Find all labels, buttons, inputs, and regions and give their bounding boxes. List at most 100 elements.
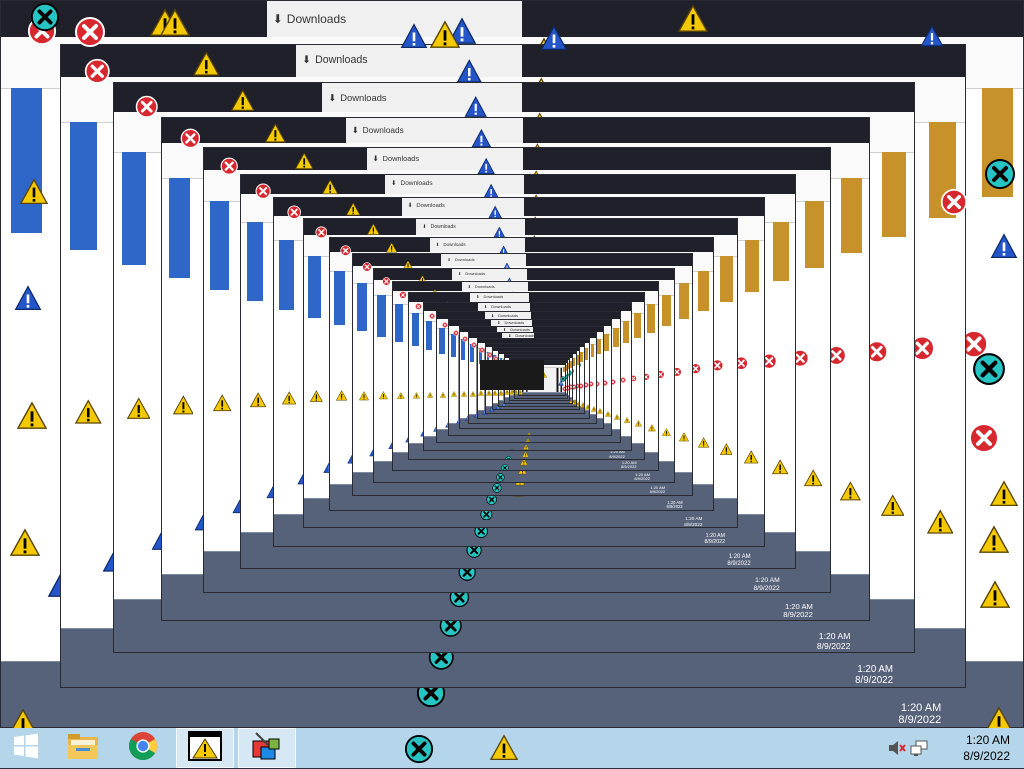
error-icon[interactable] [968,422,1000,459]
warning-icon [927,509,954,541]
warning-icon [265,123,286,149]
download-icon: ⬇ [352,126,359,134]
right-panel-strip [634,313,641,338]
left-panel-strip [308,256,321,318]
error-icon[interactable] [442,315,448,333]
tab-title: Downloads [484,295,504,299]
warning-icon [744,450,758,469]
close-circle-icon[interactable] [505,450,512,461]
warning-icon [540,394,546,396]
browser-tab-downloads[interactable]: ⬇Downloads [416,219,524,234]
nested-clock-date: 8/9/2022 [684,522,702,527]
warning-icon [461,384,467,402]
browser-tab-downloads[interactable]: ⬇Downloads [367,148,524,170]
speaker-muted-icon[interactable] [888,740,906,761]
taskbar-warning-app-button[interactable] [176,728,234,768]
browser-tab-downloads[interactable]: ⬇Downloads [485,312,531,318]
close-circle-icon[interactable] [501,458,509,470]
browser-tab-downloads[interactable]: ⬇Downloads [462,282,528,291]
taskbar-paint-app-button[interactable] [238,728,296,768]
warning-icon [840,481,861,507]
error-icon[interactable] [399,286,407,304]
warning-icon [427,385,433,403]
warning-icon [648,419,656,437]
right-panel-strip [585,348,588,360]
tab-title: Downloads [498,314,518,318]
browser-tab-downloads[interactable]: ⬇ Downloads [470,293,529,301]
error-icon[interactable] [940,188,968,221]
close-circle-icon[interactable] [520,418,526,423]
close-circle-icon[interactable] [525,410,531,414]
close-circle-icon[interactable] [527,407,533,410]
right-panel-strip [720,256,733,302]
browser-tab-downloads[interactable]: ⬇Downloads [402,198,524,215]
taskbar: 1:20 AM 8/9/2022 [0,727,1024,768]
start-button[interactable] [0,728,52,768]
close-circle-icon[interactable] [404,734,434,769]
right-panel-strip [647,304,655,332]
error-icon[interactable] [220,157,238,180]
warning-icon [979,525,1009,560]
right-panel-strip [623,321,629,343]
browser-tab-downloads[interactable]: ⬇Downloads [346,118,523,143]
close-circle-icon[interactable] [509,442,515,451]
network-icon[interactable] [910,740,928,761]
tab-title: Downloads [475,285,495,289]
error-icon[interactable] [340,243,351,261]
warning-icon [282,391,296,410]
warning-icon [597,401,603,419]
taskbar-file-explorer-button[interactable] [54,728,112,768]
close-circle-icon[interactable] [515,429,521,436]
error-icon[interactable] [429,306,435,324]
nested-clock: 1:20 AM8/9/2022 [609,450,625,459]
error-icon[interactable] [255,183,271,204]
error-icon[interactable] [180,128,201,154]
close-circle-icon[interactable] [984,158,1016,195]
download-icon: ⬇ [476,295,479,299]
tab-title: Downloads [455,258,475,262]
taskbar-clock[interactable]: 1:20 AM 8/9/2022 [963,732,1010,764]
info-icon [920,24,944,53]
close-circle-icon[interactable] [30,2,60,37]
nested-clock: 1:20 AM8/9/2022 [783,603,813,620]
close-circle-icon[interactable] [518,423,524,429]
browser-tab-downloads[interactable]: ⬇Downloads [430,238,526,252]
warning-icon [804,469,822,492]
nested-clock-date: 8/9/2022 [817,642,851,651]
close-circle-icon[interactable] [972,352,1006,391]
nested-clock-date: 8/9/2022 [634,477,650,481]
close-circle-icon[interactable] [512,435,518,443]
error-icon[interactable] [415,297,422,315]
browser-tab-downloads[interactable]: ⬇Downloads [267,1,523,37]
browser-tab-downloads[interactable]: ⬇Downloads [322,83,522,111]
warning-icon [591,399,597,417]
error-icon[interactable] [382,273,391,291]
error-icon[interactable] [84,58,111,90]
warning-icon [698,435,709,453]
warning-icon [20,178,48,211]
warning-icon [635,414,642,432]
tab-title: Downloads [340,93,386,102]
error-icon[interactable] [287,205,301,224]
error-icon[interactable] [74,16,106,53]
recursive-window-tunnel: ⬇ Downloads 1:20 AM8/9/2022 ⬇ Downloads 1:20 … [0,0,1024,728]
browser-tab-downloads[interactable]: ⬇Downloads [478,303,530,310]
error-icon[interactable] [362,259,372,277]
browser-tab-downloads[interactable]: ⬇Downloads [385,175,523,195]
warning-icon [585,397,590,415]
left-panel-strip [70,122,97,250]
taskbar-chrome-button[interactable] [114,728,172,768]
error-icon[interactable] [135,95,158,123]
warning-icon [336,389,347,407]
warning-icon [310,390,323,408]
right-panel-strip [882,152,906,237]
warning-icon [984,706,1014,728]
error-icon[interactable] [315,226,328,244]
browser-tab-downloads[interactable]: ⬇Downloads [441,254,526,266]
nested-clock: 1:20 AM8/9/2022 [855,665,893,686]
info-icon [14,284,42,317]
warning-icon [678,4,708,39]
browser-tab-downloads[interactable]: ⬇Downloads [452,269,527,280]
tab-title: Downloads [315,55,368,66]
close-circle-icon[interactable] [523,414,529,419]
